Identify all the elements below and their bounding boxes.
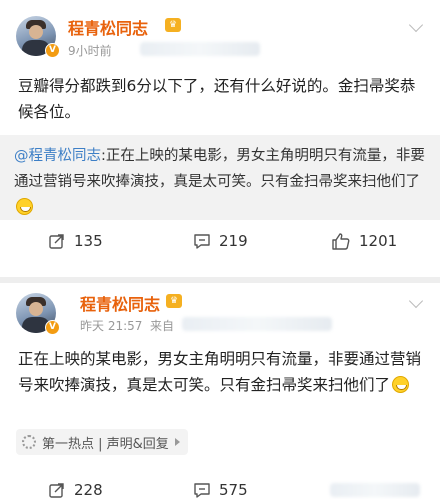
repost-count: 135: [74, 232, 103, 250]
comment-icon: [193, 232, 211, 250]
post-text: 豆瓣得分都跌到6分以下了，还有什么好说的。金扫帚奖恭候各位。: [18, 77, 416, 121]
verified-badge-icon: V: [45, 320, 60, 335]
action-bar: 228 575: [0, 475, 440, 499]
verified-badge-icon: V: [45, 43, 60, 58]
comment-button[interactable]: 575: [193, 475, 248, 499]
post-time: 9小时前: [68, 44, 112, 58]
action-bar: 135 219 1201: [0, 226, 440, 256]
like-button[interactable]: 1201: [331, 226, 397, 256]
quoted-post[interactable]: @程青松同志:正在上映的某电影，男女主角明明只有流量，非要通过营销号来吹捧演技，…: [0, 135, 440, 220]
post-source: 来自: [150, 319, 175, 333]
hot-topic-tag[interactable]: 第一热点 | 声明&回复: [16, 429, 188, 455]
blurred-source: [182, 317, 332, 331]
like-icon: [331, 232, 351, 251]
author-name[interactable]: 程青松同志: [80, 291, 160, 315]
arrow-right-icon: [174, 438, 180, 446]
chevron-down-icon[interactable]: [408, 17, 424, 33]
post-text: 正在上映的某电影，男女主角明明只有流量，非要通过营销号来吹捧演技，真是太可笑。只…: [18, 350, 422, 394]
weibo-post-2: V 程青松同志 ♛ 昨天 21:57 来自 正在上映的某电影，男女主角明明只有流…: [0, 283, 440, 499]
post-time: 昨天 21:57 来自: [80, 319, 175, 333]
repost-button[interactable]: 135: [48, 226, 103, 256]
crown-badge-icon: ♛: [165, 18, 181, 32]
comment-count: 219: [219, 232, 248, 250]
repost-icon: [48, 481, 66, 499]
comment-icon: [193, 481, 211, 499]
chevron-down-icon[interactable]: [408, 293, 424, 309]
crown-badge-icon: ♛: [166, 294, 182, 308]
comment-count: 575: [219, 481, 248, 499]
repost-button[interactable]: 228: [48, 475, 103, 499]
weibo-post-1: V 程青松同志 ♛ 9小时前 豆瓣得分都跌到6分以下了，还有什么好说的。金扫帚奖…: [0, 0, 440, 277]
grin-emoji-icon: [392, 376, 410, 393]
topic-label: 第一热点 | 声明&回复: [42, 436, 169, 452]
grin-emoji-icon: [16, 198, 33, 215]
repost-count: 228: [74, 481, 103, 499]
quoted-text-block: @程青松同志:正在上映的某电影，男女主角明明只有流量，非要通过营销号来吹捧演技，…: [14, 143, 430, 221]
blurred-source: [140, 42, 260, 56]
mention-link[interactable]: @程青松同志: [14, 148, 101, 164]
author-name[interactable]: 程青松同志: [68, 15, 148, 39]
hot-topic-icon: [22, 435, 36, 449]
repost-icon: [48, 232, 66, 250]
comment-button[interactable]: 219: [193, 226, 248, 256]
like-count: 1201: [359, 232, 398, 250]
blurred-likes: [330, 483, 420, 497]
